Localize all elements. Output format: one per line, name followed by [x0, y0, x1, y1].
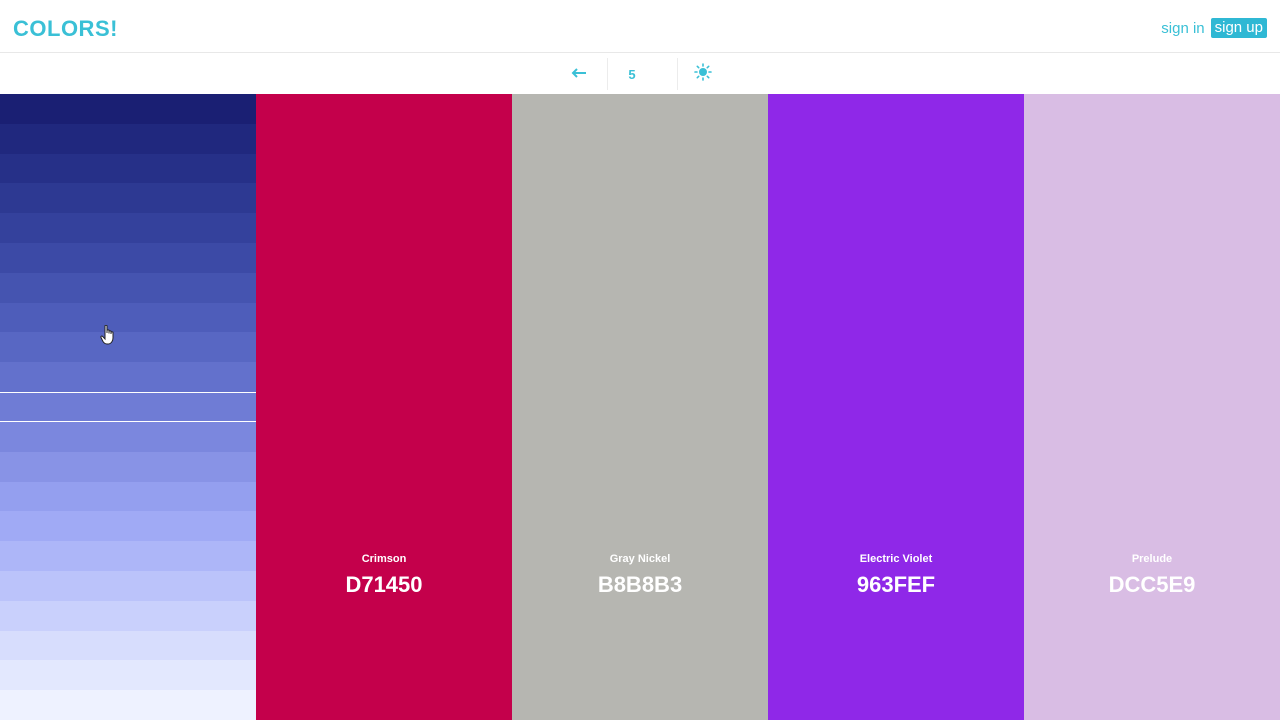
shade-row[interactable] [0, 481, 256, 512]
swatch-name: Gray Nickel [609, 553, 671, 565]
swatch-gray-nickel[interactable]: Gray Nickel B8B8B3 [512, 94, 768, 720]
sign-up-button[interactable]: sign up [1210, 18, 1267, 38]
swatch-name: Prelude [1131, 553, 1173, 565]
swatch-name: Electric Violet [859, 553, 933, 565]
swatch-name: Crimson [361, 553, 407, 565]
shade-row[interactable] [0, 660, 256, 691]
arrow-left-icon [571, 65, 587, 83]
toolbar-divider [607, 58, 608, 90]
swatch-hex[interactable]: 963FEF [768, 572, 1024, 598]
shade-row[interactable] [0, 600, 256, 632]
top-bar: COLORS! sign in sign up [0, 0, 1280, 53]
shade-row[interactable] [0, 302, 256, 333]
shade-row[interactable] [0, 421, 256, 453]
shade-row-selected[interactable] [0, 392, 256, 423]
auth-links: sign in sign up [1161, 18, 1267, 38]
swatch-hex[interactable]: B8B8B3 [512, 572, 768, 598]
palette-columns: Crimson D71450 Gray Nickel B8B8B3 Electr… [0, 94, 1280, 720]
shade-row[interactable] [0, 332, 256, 363]
adjust-button[interactable] [686, 58, 720, 90]
toolbar-divider [677, 58, 678, 90]
shade-row[interactable] [0, 243, 256, 274]
shade-row[interactable] [0, 511, 256, 542]
swatch-prelude[interactable]: Prelude DCC5E9 [1024, 94, 1280, 720]
logo[interactable]: COLORS! [13, 16, 118, 42]
shade-picker [0, 94, 256, 720]
toolbar: 5 [0, 54, 1280, 94]
swatch-hex[interactable]: DCC5E9 [1024, 572, 1280, 598]
back-button[interactable] [562, 58, 596, 90]
shade-row[interactable] [0, 541, 256, 572]
shade-row[interactable] [0, 690, 256, 720]
shade-row[interactable] [0, 123, 256, 155]
swatch-hex[interactable]: D71450 [256, 572, 512, 598]
palette-count[interactable]: 5 [617, 58, 647, 90]
shade-row[interactable] [0, 94, 256, 125]
shade-row[interactable] [0, 451, 256, 482]
sign-in-link[interactable]: sign in [1161, 20, 1204, 37]
shade-row[interactable] [0, 153, 256, 184]
shade-row[interactable] [0, 272, 256, 304]
swatch-electric-violet[interactable]: Electric Violet 963FEF [768, 94, 1024, 720]
shade-row[interactable] [0, 213, 256, 244]
shade-row[interactable] [0, 362, 256, 393]
sun-icon [694, 62, 712, 86]
shade-row[interactable] [0, 570, 256, 602]
shade-row[interactable] [0, 630, 256, 661]
shade-row[interactable] [0, 183, 256, 214]
swatch-crimson[interactable]: Crimson D71450 [256, 94, 512, 720]
